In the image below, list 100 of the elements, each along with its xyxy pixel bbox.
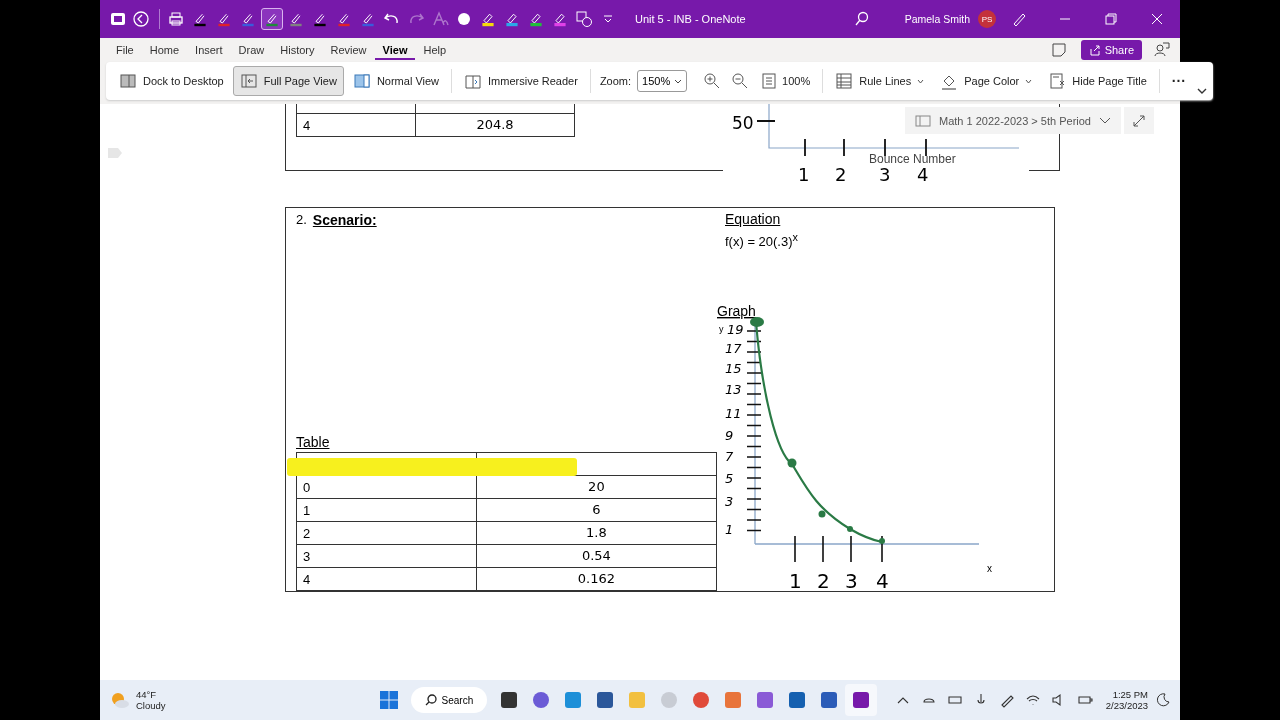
printer-icon	[167, 10, 185, 28]
graph-heading: Graph	[717, 304, 756, 319]
rule-lines-button[interactable]: Rule Lines	[828, 66, 932, 96]
handwritten-tick-label: 3	[845, 569, 858, 591]
panel-icon	[119, 72, 137, 90]
restore-icon	[1105, 13, 1117, 25]
snipping-icon	[723, 690, 744, 710]
menu-tab[interactable]: View	[374, 40, 416, 60]
grid-icon	[835, 72, 854, 90]
comment-icon[interactable]	[1152, 41, 1170, 59]
zoom-in-icon	[703, 72, 722, 90]
menu-tab[interactable]: Home	[141, 40, 188, 60]
shapes-icon	[575, 10, 593, 28]
data-point	[847, 526, 853, 532]
view-button[interactable]: Normal View	[345, 66, 447, 96]
handwritten-tick-label: 7	[725, 449, 734, 464]
page-color-button[interactable]: Page Color	[933, 66, 1040, 96]
table-cell: 3	[296, 544, 477, 568]
handwritten-value: 1.8	[476, 521, 717, 545]
circle-icon	[455, 10, 473, 28]
data-point	[879, 538, 885, 544]
breadcrumb[interactable]: Math 1 2022-2023 > 5th Period	[905, 107, 1121, 134]
weather-condition: Cloudy	[136, 700, 166, 711]
window-title: Unit 5 - INB - OneNote	[635, 13, 746, 25]
taskbar-search[interactable]: Search	[410, 687, 488, 713]
clock-time: 1:25 PM	[1112, 689, 1148, 700]
handwritten-value: 0.54	[476, 544, 717, 568]
menu-tab[interactable]: Insert	[187, 40, 231, 60]
data-point	[750, 317, 764, 327]
equation-text: f(x) = 20(.3)$^{x}$	[725, 231, 799, 250]
handwritten-tick-label: 2	[817, 569, 830, 591]
handwritten-value: 6	[476, 498, 717, 522]
menu-tab[interactable]: File	[108, 40, 142, 60]
notebook-icon	[915, 114, 931, 127]
windows-logo	[379, 691, 398, 709]
chrome-icon	[691, 690, 712, 710]
table-cell: 1	[296, 498, 477, 522]
pen-icon	[1011, 11, 1027, 27]
user-avatar[interactable]: PS	[978, 10, 996, 28]
menu-tab[interactable]: Draw	[230, 40, 273, 60]
moon-icon[interactable]	[1156, 693, 1170, 707]
scenario-heading: Scenario:	[312, 212, 377, 228]
book-icon	[464, 72, 483, 90]
page-icon	[1048, 72, 1067, 90]
zoom-label: Zoom:	[599, 75, 632, 87]
handwritten-tick-label: 5	[725, 471, 734, 486]
search-icon	[853, 11, 870, 27]
expand-icon	[1133, 114, 1145, 127]
share-button[interactable]: Share	[1080, 40, 1142, 60]
zoom-reset-button[interactable]: 100%	[755, 66, 818, 96]
equation-heading: Equation	[725, 211, 782, 227]
folder-icon	[627, 690, 648, 710]
handwritten-tick-label: 1	[789, 569, 802, 591]
table-cell: 4	[296, 567, 477, 591]
table-cell: 4	[296, 113, 416, 137]
onenote-button[interactable]	[845, 684, 878, 716]
wifi-icon[interactable]	[1024, 692, 1041, 708]
handwritten-tick-label: 2	[835, 164, 847, 185]
data-point	[818, 510, 826, 518]
caret-icon	[602, 13, 614, 25]
table-cell: 2	[296, 521, 477, 545]
handwritten-tick-label: 4	[876, 569, 889, 591]
table-cell: 0	[296, 475, 477, 499]
zoom-out-icon	[731, 72, 750, 90]
menu-tab[interactable]: History	[272, 40, 323, 60]
hide-title-button[interactable]: Hide Page Title	[1041, 66, 1154, 96]
menu-tab[interactable]: Review	[322, 40, 375, 60]
view-button[interactable]: Dock to Desktop	[112, 66, 231, 96]
shapes-button[interactable]	[573, 8, 595, 30]
problem-number: 2.	[296, 212, 307, 228]
word-icon	[819, 690, 840, 710]
handwritten-tick-label: 17	[725, 341, 742, 356]
clock-date: 2/23/2023	[1105, 700, 1148, 711]
browser-icon	[563, 690, 584, 710]
view-button[interactable]: Immersive Reader	[457, 66, 585, 96]
zoom-field[interactable]: 150%	[637, 70, 688, 92]
chevron-icon	[1099, 116, 1111, 125]
page-icon	[762, 73, 777, 89]
caret-icon	[1025, 77, 1033, 85]
handwritten-tick-label: 3	[879, 164, 891, 185]
store-icon	[595, 690, 616, 710]
onenote-icon	[851, 690, 872, 710]
back-button[interactable]	[130, 8, 152, 30]
handwritten-tick-label: 4	[917, 164, 929, 185]
user-name: Pamela Smith	[904, 13, 970, 25]
share-icon	[1088, 44, 1101, 56]
table-heading: Table	[296, 434, 331, 450]
more-button[interactable]: ···	[1164, 66, 1193, 96]
axis-letter: x	[987, 563, 992, 574]
view-button[interactable]: Full Page View	[232, 66, 344, 96]
caret-icon	[674, 77, 683, 85]
axis-title: Bounce Number	[869, 152, 956, 166]
sticky-note-icon[interactable]	[1050, 42, 1067, 58]
axis-letter: y	[719, 324, 724, 334]
collapse-icon[interactable]	[1196, 86, 1207, 96]
handwritten-tick-label: 1	[725, 522, 734, 537]
handwritten-tick-label: 1	[798, 164, 810, 185]
data-point	[787, 458, 797, 468]
menu-tab[interactable]: Help	[415, 40, 455, 60]
handwritten-value: 0.162	[476, 567, 717, 591]
